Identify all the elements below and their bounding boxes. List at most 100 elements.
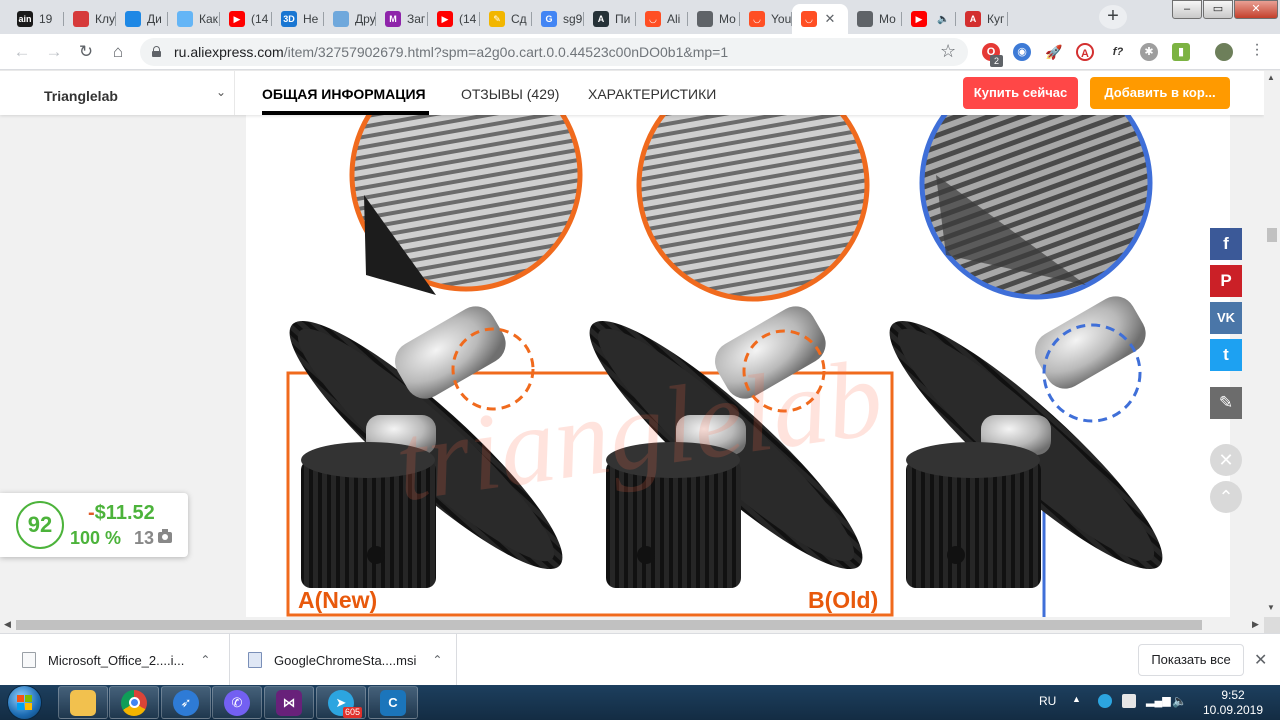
system-clock[interactable]: 9:52 10.09.2019	[1198, 688, 1268, 718]
vertical-scrollbar[interactable]: ▲ ▼	[1264, 71, 1280, 617]
address-bar[interactable]: ru.aliexpress.com/item/32757902679.html?…	[140, 38, 968, 66]
chevron-up-icon[interactable]: ⌃	[200, 653, 210, 667]
browser-tab[interactable]: ◡ ✕	[792, 4, 848, 34]
bookmark-star-icon[interactable]: ☆	[940, 41, 956, 62]
twitter-share-icon[interactable]: t	[1210, 339, 1242, 371]
adblock-extension-icon[interactable]: A	[1076, 43, 1094, 61]
tab-title: Пи	[615, 12, 631, 26]
price-tracker-widget[interactable]: 92 -$11.52 100 % 13	[0, 493, 188, 557]
viber-icon: ✆	[224, 689, 250, 716]
windows-logo-icon	[17, 695, 32, 710]
browser-tab[interactable]: ✎ Сд	[480, 4, 532, 34]
chevron-up-icon[interactable]: ⌃	[432, 653, 442, 667]
browser-tab[interactable]: Дру	[324, 4, 376, 34]
ccleaner-taskbar-button[interactable]: C	[368, 686, 418, 719]
download-item[interactable]: Microsoft_Office_2....i... ⌃	[0, 634, 230, 686]
back-arrow-icon[interactable]: ←	[10, 40, 34, 64]
edit-icon[interactable]: ✎	[1210, 387, 1242, 419]
zoom-circle-new	[349, 115, 583, 295]
browser-tab[interactable]: Мо	[688, 4, 740, 34]
scroll-up-icon[interactable]: ⌃	[1210, 481, 1242, 513]
browser-tab[interactable]: ▶ (14	[220, 4, 272, 34]
scroll-up-arrow-icon[interactable]: ▲	[1267, 73, 1275, 82]
head-icon	[333, 11, 349, 27]
tab-specifications[interactable]: ХАРАКТЕРИСТИКИ	[588, 86, 716, 102]
store-name[interactable]: Trianglelab	[44, 88, 118, 104]
chrome-menu-icon[interactable]: · · ·	[1252, 37, 1262, 63]
audio-playing-icon[interactable]: 🔈	[937, 14, 949, 25]
green-extension-icon[interactable]: ▮	[1172, 43, 1190, 61]
start-button[interactable]	[8, 686, 41, 719]
tab-reviews[interactable]: ОТЗЫВЫ (429)	[461, 86, 559, 102]
positive-percent: 100 %	[70, 528, 122, 548]
horizontal-scrollbar[interactable]: ◀ ▶	[0, 617, 1264, 633]
browser-tab[interactable]: Мо	[848, 4, 902, 34]
new-tab-button[interactable]: +	[1099, 5, 1127, 29]
window-close-button[interactable]: ✕	[1234, 0, 1278, 19]
bird-icon	[73, 11, 89, 27]
scrollbar-corner	[1264, 617, 1280, 633]
folder-icon	[70, 689, 96, 716]
chrome-taskbar-button[interactable]	[109, 686, 159, 719]
browser-tab[interactable]: A Пи	[584, 4, 636, 34]
browser-tab[interactable]: 3D Не	[272, 4, 324, 34]
browser-tab[interactable]: ain 19	[8, 4, 64, 34]
add-to-cart-button[interactable]: Добавить в кор...	[1090, 77, 1230, 109]
browser-tab[interactable]: ◡ You	[740, 4, 792, 34]
tab-title: Не	[303, 12, 319, 26]
browser-tab[interactable]: Ди	[116, 4, 168, 34]
browser-tab[interactable]: ▶ 🔈	[902, 4, 956, 34]
rocket-extension-icon[interactable]: 🚀	[1045, 43, 1063, 61]
explorer-taskbar-button[interactable]	[58, 686, 108, 719]
visual-studio-taskbar-button[interactable]: ⋈	[264, 686, 314, 719]
forward-arrow-icon[interactable]: →	[42, 40, 66, 64]
close-icon[interactable]: ✕	[1210, 444, 1242, 476]
tray-expand-icon[interactable]: ▲	[1072, 694, 1081, 704]
buy-now-button[interactable]: Купить сейчас	[963, 77, 1078, 109]
scroll-down-arrow-icon[interactable]: ▼	[1267, 603, 1275, 612]
vk-share-icon[interactable]: VK	[1210, 302, 1242, 334]
pinterest-share-icon[interactable]: P	[1210, 265, 1242, 297]
volume-muted-icon[interactable]: 🔈	[1172, 694, 1187, 708]
fx-extension-icon[interactable]: f?	[1106, 43, 1130, 61]
scroll-right-arrow-icon[interactable]: ▶	[1252, 619, 1259, 630]
chrome-icon	[121, 689, 147, 716]
download-shelf: Microsoft_Office_2....i... ⌃ GoogleChrom…	[0, 633, 1280, 686]
safely-remove-icon[interactable]	[1122, 694, 1136, 708]
tab-title: Ali	[667, 12, 681, 26]
vpn-extension-icon[interactable]: ◉	[1013, 43, 1031, 61]
minimize-button[interactable]: –	[1172, 0, 1202, 19]
browser-tab[interactable]: Клу	[64, 4, 116, 34]
language-indicator[interactable]: RU	[1039, 694, 1056, 708]
horizontal-scroll-thumb[interactable]	[16, 620, 1202, 630]
maximize-button[interactable]: ▭	[1203, 0, 1233, 19]
scroll-left-arrow-icon[interactable]: ◀	[4, 619, 11, 630]
gear-extension-icon[interactable]: ✱	[1140, 43, 1158, 61]
youtube-icon: ▶	[437, 11, 453, 27]
download-item[interactable]: GoogleChromeSta....msi ⌃	[230, 634, 457, 686]
reload-icon[interactable]: ↻	[74, 40, 98, 64]
tab-overview[interactable]: ОБЩАЯ ИНФОРМАЦИЯ	[262, 86, 426, 102]
network-icon[interactable]: ▂▄▆	[1146, 694, 1171, 708]
viber-taskbar-button[interactable]: ✆	[212, 686, 262, 719]
lock-icon[interactable]	[152, 46, 161, 57]
tab-close-icon[interactable]: ✕	[822, 11, 838, 27]
swift-taskbar-button[interactable]: ➶	[161, 686, 211, 719]
browser-tab[interactable]: A Куг	[956, 4, 1008, 34]
facebook-share-icon[interactable]: f	[1210, 228, 1242, 260]
close-shelf-icon[interactable]: ✕	[1254, 650, 1267, 670]
tab-title: Ди	[147, 12, 162, 26]
chevron-down-icon[interactable]: ⌄	[216, 85, 226, 99]
profile-avatar[interactable]	[1215, 43, 1233, 61]
show-all-downloads-button[interactable]: Показать все	[1138, 644, 1244, 676]
browser-tab[interactable]: Как	[168, 4, 220, 34]
browser-tab[interactable]: M Заг	[376, 4, 428, 34]
tab-title: Мо	[879, 12, 896, 26]
url-text[interactable]: ru.aliexpress.com/item/32757902679.html?…	[174, 44, 728, 60]
telegram-tray-icon[interactable]	[1098, 694, 1112, 708]
browser-tab[interactable]: ▶ (14	[428, 4, 480, 34]
home-icon[interactable]: ⌂	[106, 40, 130, 64]
browser-tab[interactable]: ◡ Ali	[636, 4, 688, 34]
browser-tab[interactable]: Gsg9	[532, 4, 584, 34]
vertical-scroll-thumb[interactable]	[1267, 228, 1277, 242]
